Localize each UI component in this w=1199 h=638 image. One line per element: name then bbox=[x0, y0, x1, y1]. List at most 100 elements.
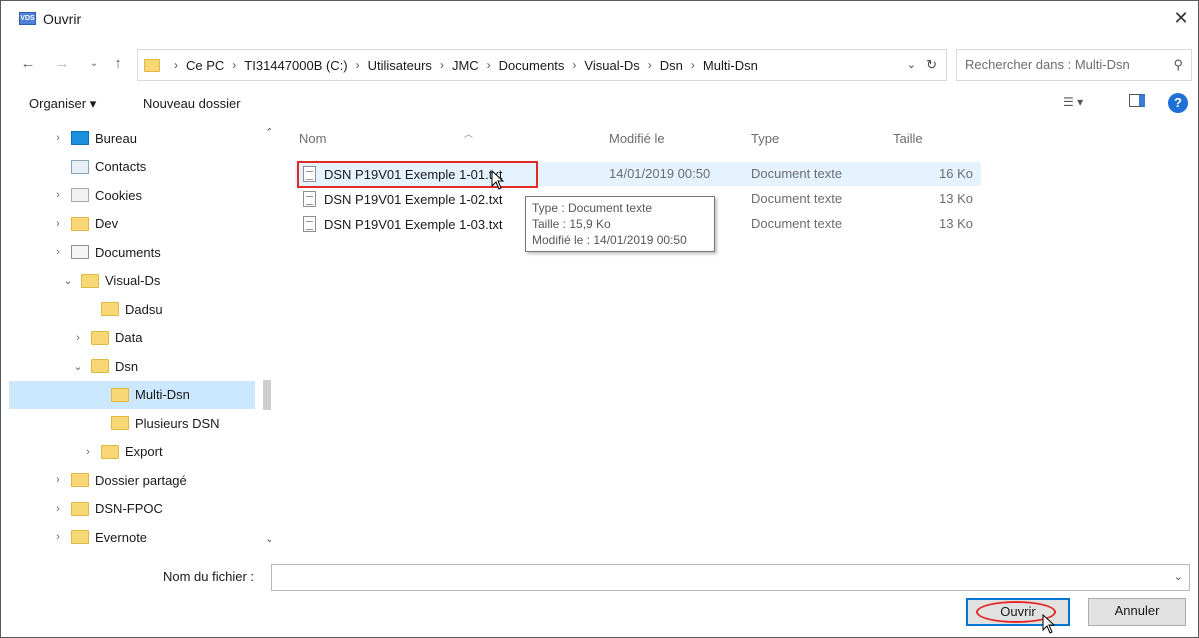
help-button[interactable]: ? bbox=[1168, 93, 1188, 113]
tree-expander[interactable]: › bbox=[51, 189, 65, 201]
scroll-up-icon[interactable]: ⌃ bbox=[265, 126, 271, 139]
back-button[interactable]: ← bbox=[19, 55, 37, 73]
cancel-button[interactable]: Annuler bbox=[1088, 598, 1186, 626]
close-icon: ✕ bbox=[1173, 8, 1189, 28]
tree-item-visual-ds[interactable]: ⌄ Visual-Ds bbox=[9, 267, 255, 295]
tree-expander[interactable]: ⌄ bbox=[61, 274, 75, 287]
view-options-button[interactable]: ☰ ▾ bbox=[1063, 95, 1083, 109]
tree-expander[interactable]: › bbox=[51, 474, 65, 486]
tree-item-export[interactable]: › Export bbox=[9, 438, 255, 466]
search-input[interactable]: Rechercher dans : Multi-Dsn ⚲ bbox=[956, 49, 1192, 81]
folder-icon bbox=[144, 58, 160, 72]
tree-item-label: Cookies bbox=[95, 187, 142, 203]
column-header-modified[interactable]: Modifié le bbox=[609, 131, 665, 146]
tree-scrollbar[interactable]: ⌃ ⌄ bbox=[263, 124, 271, 554]
file-name: DSN P19V01 Exemple 1-03.txt bbox=[324, 216, 503, 232]
tree-item-multi-dsn[interactable]: Multi-Dsn bbox=[9, 380, 255, 409]
breadcrumb: › Ce PC › TI31447000B (C:) › Utilisateurs › JMC… bbox=[166, 58, 758, 73]
breadcrumb-separator-icon[interactable]: › bbox=[691, 58, 695, 72]
tooltip-modified: Modifié le : 14/01/2019 00:50 bbox=[532, 233, 687, 247]
text-file-icon bbox=[303, 191, 316, 207]
navigation-bar: ← → ⌄ ↑ › Ce PC › TI31447000B (C:) › Utilisat… bbox=[1, 45, 1198, 85]
app-icon: VDS bbox=[19, 12, 36, 25]
tree-item-dev[interactable]: › Dev bbox=[9, 210, 255, 238]
tree-item-label: Dev bbox=[95, 216, 119, 231]
breadcrumb-item[interactable]: Multi-Dsn bbox=[703, 58, 758, 73]
tree-expander[interactable]: › bbox=[51, 218, 65, 230]
column-header-type[interactable]: Type bbox=[751, 131, 779, 146]
desktop-icon bbox=[71, 131, 89, 145]
breadcrumb-separator-icon[interactable]: › bbox=[487, 58, 491, 72]
tree-item-evernote[interactable]: › Evernote bbox=[9, 523, 255, 551]
column-header-name[interactable]: Nom ︿ bbox=[299, 129, 473, 146]
new-folder-button[interactable]: Nouveau dossier bbox=[143, 96, 241, 111]
breadcrumb-separator-icon[interactable]: › bbox=[174, 58, 178, 72]
cookies-icon bbox=[71, 188, 89, 202]
tree-item-plusieurs-dsn[interactable]: Plusieurs DSN bbox=[9, 409, 255, 437]
folder-icon bbox=[91, 359, 109, 373]
tree-expander[interactable]: ⌄ bbox=[71, 360, 85, 373]
filename-label: Nom du fichier : bbox=[163, 569, 255, 584]
address-history-dropdown[interactable]: ⌄ bbox=[907, 58, 916, 71]
tree-expander[interactable]: › bbox=[51, 246, 65, 258]
breadcrumb-item[interactable]: Ce PC bbox=[186, 58, 224, 73]
search-placeholder: Rechercher dans : Multi-Dsn bbox=[965, 57, 1130, 72]
address-bar[interactable]: › Ce PC › TI31447000B (C:) › Utilisateurs › JMC… bbox=[137, 49, 947, 81]
tree-item-label: Multi-Dsn bbox=[135, 387, 190, 402]
contacts-icon bbox=[71, 159, 89, 174]
folder-icon bbox=[91, 330, 109, 345]
breadcrumb-separator-icon[interactable]: › bbox=[572, 58, 576, 72]
breadcrumb-item[interactable]: JMC bbox=[452, 58, 479, 73]
up-button[interactable]: ↑ bbox=[109, 55, 127, 73]
search-icon: ⚲ bbox=[1173, 57, 1183, 72]
breadcrumb-item[interactable]: TI31447000B (C:) bbox=[244, 58, 347, 73]
tree-item-bureau[interactable]: › Bureau bbox=[9, 124, 255, 152]
tree-item-label: Dossier partagé bbox=[95, 472, 187, 488]
column-header-size[interactable]: Taille bbox=[893, 131, 923, 146]
tree-item-label: DSN-FPOC bbox=[95, 501, 163, 516]
preview-pane-button[interactable] bbox=[1129, 94, 1145, 110]
mouse-cursor-icon bbox=[491, 169, 505, 190]
tree-expander[interactable]: › bbox=[81, 446, 95, 458]
breadcrumb-separator-icon[interactable]: › bbox=[356, 58, 360, 72]
arrow-right-icon: → bbox=[54, 55, 70, 72]
open-button[interactable]: Ouvrir bbox=[966, 598, 1070, 634]
breadcrumb-separator-icon[interactable]: › bbox=[440, 58, 444, 72]
filename-input[interactable]: ⌄ bbox=[271, 564, 1190, 591]
tree-scrollbar-thumb[interactable] bbox=[263, 380, 271, 410]
breadcrumb-item[interactable]: Documents bbox=[499, 58, 565, 73]
scroll-down-icon[interactable]: ⌄ bbox=[265, 532, 271, 545]
breadcrumb-item[interactable]: Utilisateurs bbox=[368, 58, 432, 73]
tree-item-label: Contacts bbox=[95, 159, 147, 174]
close-button[interactable]: ✕ bbox=[1170, 7, 1192, 29]
organize-button[interactable]: Organiser ▾ bbox=[29, 96, 96, 112]
breadcrumb-item[interactable]: Dsn bbox=[660, 58, 683, 73]
tree-item-label: Bureau bbox=[95, 130, 137, 146]
tree-item-documents[interactable]: › Documents bbox=[9, 238, 255, 266]
folder-icon bbox=[101, 302, 119, 316]
tree-expander[interactable]: › bbox=[71, 332, 85, 344]
tree-item-contacts[interactable]: Contacts bbox=[9, 153, 255, 181]
filename-dropdown[interactable]: ⌄ bbox=[1174, 570, 1183, 583]
tree-item-data[interactable]: › Data bbox=[9, 324, 255, 352]
breadcrumb-item[interactable]: Visual-Ds bbox=[584, 58, 639, 73]
documents-icon bbox=[71, 245, 89, 259]
breadcrumb-separator-icon[interactable]: › bbox=[232, 58, 236, 72]
recent-locations-button[interactable]: ⌄ bbox=[85, 55, 103, 73]
tree-item-dsn-fpoc[interactable]: › DSN-FPOC bbox=[9, 495, 255, 523]
tree-item-dsn[interactable]: ⌄ Dsn bbox=[9, 352, 255, 380]
title-bar: VDS Ouvrir ✕ bbox=[1, 1, 1198, 35]
file-type: Document texte bbox=[751, 216, 843, 231]
refresh-button[interactable]: ↻ bbox=[926, 57, 937, 73]
tree-item-dadsu[interactable]: Dadsu bbox=[9, 295, 255, 323]
tree-expander[interactable]: › bbox=[51, 531, 65, 543]
tree-expander[interactable]: › bbox=[51, 132, 65, 144]
forward-button[interactable]: → bbox=[53, 55, 71, 73]
mouse-cursor-icon bbox=[1042, 613, 1056, 634]
tree-item-dossier-partag-[interactable]: › Dossier partagé bbox=[9, 466, 255, 494]
folder-icon bbox=[71, 530, 89, 544]
tree-item-cookies[interactable]: › Cookies bbox=[9, 181, 255, 209]
tree-item-label: Export bbox=[125, 444, 163, 459]
tree-expander[interactable]: › bbox=[51, 503, 65, 515]
breadcrumb-separator-icon[interactable]: › bbox=[648, 58, 652, 72]
